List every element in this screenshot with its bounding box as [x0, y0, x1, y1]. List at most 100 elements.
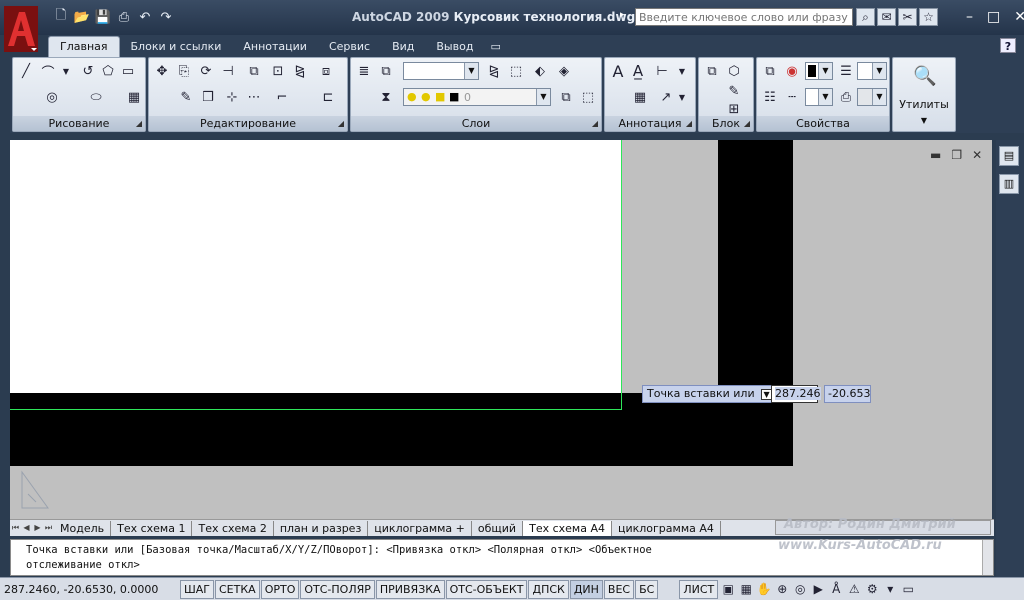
panel-expand-icon[interactable]: ◢ [136, 116, 142, 131]
maximize-icon[interactable]: □ [987, 9, 1000, 25]
explode-icon[interactable]: ❒ [199, 88, 217, 106]
steering-wheel-icon[interactable]: ◎ [791, 580, 809, 598]
print-icon[interactable]: ⎙ [115, 8, 133, 26]
sheet-set-icon[interactable]: ▤ [999, 146, 1019, 166]
multiline-text-icon[interactable]: A̲ [629, 62, 647, 80]
panel-properties-label[interactable]: Свойства [757, 116, 889, 131]
layout-tab-scheme2[interactable]: Тех схема 2 [192, 520, 274, 536]
new-file-icon[interactable]: 🗋 [52, 8, 70, 26]
toggle-snap[interactable]: ШАГ [180, 579, 214, 599]
layer-merge-icon[interactable]: ⬖ [531, 62, 549, 80]
layer-state-icon[interactable]: ⧉ [377, 62, 395, 80]
favorites-icon[interactable]: ☆ [919, 8, 938, 26]
panel-layers-label[interactable]: Слои ◢ [351, 116, 601, 131]
polyline-icon[interactable]: ⌒ [39, 62, 57, 81]
magnifier-icon[interactable]: 🔍 [913, 64, 937, 87]
last-tab-icon[interactable]: ⏭ [43, 522, 54, 534]
panel-draw-label[interactable]: Рисование ◢ [13, 116, 145, 131]
chevron-down-icon[interactable]: ▼ [872, 63, 886, 79]
stretch-icon[interactable]: ⧉ [245, 62, 263, 80]
coord-x-field[interactable]: 287.246 [771, 385, 821, 403]
circle-icon[interactable]: ◎ [43, 88, 61, 106]
search-input[interactable] [635, 8, 853, 26]
mirror-icon[interactable]: ⧎ [291, 62, 309, 80]
panel-block-label[interactable]: Блок ◢ [699, 116, 753, 131]
panel-utilities[interactable]: 🔍 Утилиты ▼ [892, 57, 956, 132]
chevron-down-icon[interactable]: ▼ [818, 63, 832, 79]
rectangle-icon[interactable]: ▭ [119, 62, 137, 80]
edit-block-icon[interactable]: ✎ [725, 82, 743, 100]
toggle-dyn[interactable]: ДИН [569, 579, 603, 599]
toggle-polar[interactable]: ОТС-ПОЛЯР [300, 579, 375, 599]
layout-tab-cyclogram[interactable]: циклограмма + [368, 520, 472, 536]
color-combo[interactable]: ▼ [805, 62, 833, 80]
polyline-dropdown-icon[interactable]: ▼ [57, 62, 75, 80]
showmotion-icon[interactable]: ▶ [809, 580, 827, 598]
sheet-toggle[interactable]: ЛИСТ [679, 579, 719, 599]
command-scrollbar[interactable] [982, 540, 993, 575]
polygon-icon[interactable]: ⬠ [99, 62, 117, 80]
fillet-icon[interactable]: ⌐ [273, 88, 291, 106]
annotation-visibility-icon[interactable]: ⚠ [845, 580, 863, 598]
layout-tab-model[interactable]: Модель [54, 520, 112, 536]
search-icon[interactable]: ⌕ [856, 8, 875, 26]
text-icon[interactable]: A [609, 62, 627, 81]
offset-icon[interactable]: ⊏ [319, 88, 337, 106]
panel-expand-icon[interactable]: ◢ [338, 116, 344, 131]
tab-home[interactable]: Главная [48, 36, 120, 57]
viewport-minimize-icon[interactable]: ▬ [930, 148, 941, 162]
pan-icon[interactable]: ✋ [755, 580, 773, 598]
layer-walk-icon[interactable]: ⬚ [507, 62, 525, 80]
panel-expand-icon[interactable]: ◢ [686, 116, 692, 131]
quick-view-drawings-icon[interactable]: ▦ [737, 580, 755, 598]
toggle-qp[interactable]: БС [635, 579, 659, 599]
communication-center-icon[interactable]: ✉ [877, 8, 896, 26]
chevron-down-icon[interactable]: ▼ [536, 89, 550, 105]
zoom-icon[interactable]: ⊕ [773, 580, 791, 598]
layer-combo[interactable]: ● ● ■ ■ 0 ▼ [403, 88, 551, 106]
viewport-restore-icon[interactable]: ❐ [951, 148, 962, 162]
quick-view-layouts-icon[interactable]: ▣ [719, 580, 737, 598]
dimension-dropdown-icon[interactable]: ▼ [673, 62, 691, 80]
layout-tab-cyclogram-a4[interactable]: циклограмма А4 [612, 520, 721, 536]
toggle-ortho[interactable]: ОРТО [260, 579, 300, 599]
layer-match-icon[interactable]: ⧉ [557, 88, 575, 106]
line-icon[interactable]: ╱ [17, 62, 35, 80]
join-icon[interactable]: ⋯ [245, 88, 263, 106]
rotate-icon[interactable]: ⟳ [197, 62, 215, 80]
linetype-combo[interactable]: ▼ [805, 88, 833, 106]
help-icon[interactable]: ? [1000, 38, 1016, 53]
next-tab-icon[interactable]: ▶ [32, 522, 43, 534]
open-file-icon[interactable]: 📂 [73, 8, 91, 26]
first-tab-icon[interactable]: ⏮ [10, 522, 21, 534]
close-icon[interactable]: ✕ [1014, 9, 1024, 25]
ellipse-icon[interactable]: ⬭ [87, 88, 105, 106]
leader-dropdown-icon[interactable]: ▼ [673, 88, 691, 106]
layer-isolate-icon[interactable]: ⧎ [485, 62, 503, 80]
toggle-osnap[interactable]: ПРИВЯЗКА [375, 579, 445, 599]
autocad-logo-icon[interactable] [4, 6, 38, 52]
make-current-layer-icon[interactable]: ⧗ [377, 88, 395, 106]
layout-tab-scheme-a4[interactable]: Тех схема А4 [523, 520, 612, 536]
move-icon[interactable]: ✥ [153, 62, 171, 80]
tab-view[interactable]: Вид [381, 37, 425, 57]
list-icon[interactable]: ☷ [761, 88, 779, 106]
layout-tab-plan[interactable]: план и разрез [274, 520, 369, 536]
break-icon[interactable]: ⊹ [223, 88, 241, 106]
prev-tab-icon[interactable]: ◀ [21, 522, 32, 534]
panel-annotation-label[interactable]: Аннотация ◢ [605, 116, 695, 131]
tray-settings-icon[interactable]: ▾ [881, 580, 899, 598]
ribbon-minimize-icon[interactable]: ▭ [484, 37, 506, 57]
quick-view-icon[interactable]: ▥ [999, 174, 1019, 194]
arc-icon[interactable]: ↺ [79, 62, 97, 80]
viewport-close-icon[interactable]: ✕ [972, 148, 982, 162]
copy-icon[interactable]: ⎘ [175, 62, 193, 80]
redo-icon[interactable]: ↷ [157, 8, 175, 26]
dimension-icon[interactable]: ⊢ [653, 62, 671, 80]
layer-freeze-icon[interactable]: ◈ [555, 62, 573, 80]
insert-block-icon[interactable]: ⧉ [703, 62, 721, 80]
toggle-lwt[interactable]: ВЕС [603, 579, 635, 599]
panel-modify-label[interactable]: Редактирование ◢ [149, 116, 347, 131]
annotation-scale-icon[interactable]: Å [827, 580, 845, 598]
plot-style-combo[interactable]: ▼ [857, 88, 887, 106]
